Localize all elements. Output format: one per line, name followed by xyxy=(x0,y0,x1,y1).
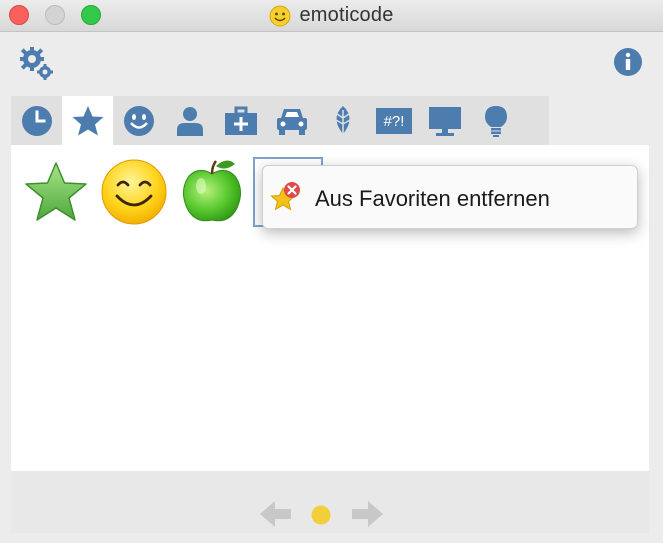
context-menu: Aus Favoriten entfernen xyxy=(262,165,638,229)
menu-item-remove-favorite[interactable]: Aus Favoriten entfernen xyxy=(263,166,637,228)
svg-text:#?!: #?! xyxy=(383,113,404,130)
clock-icon xyxy=(21,105,52,136)
smiley-face-icon xyxy=(123,105,154,136)
monitor-icon xyxy=(428,106,461,136)
favorite-green-apple[interactable] xyxy=(177,157,247,227)
menu-item-label: Aus Favoriten entfernen xyxy=(315,186,550,211)
info-icon[interactable] xyxy=(613,47,643,77)
tab-travel[interactable] xyxy=(266,96,317,145)
smiling-face-emoji xyxy=(101,159,167,225)
star-icon xyxy=(72,105,103,135)
window-title: emoticode xyxy=(299,4,394,26)
smiley-icon xyxy=(269,5,291,26)
car-icon xyxy=(276,108,307,135)
page-indicator-dot[interactable] xyxy=(311,505,331,525)
tab-objects[interactable] xyxy=(215,96,266,145)
title-bar: emoticode xyxy=(0,0,663,32)
window-bottom-edge xyxy=(0,533,663,543)
person-icon xyxy=(176,106,203,136)
favorite-green-star[interactable] xyxy=(21,157,91,227)
arrow-right-icon[interactable] xyxy=(352,499,384,529)
tab-people[interactable] xyxy=(164,96,215,145)
tab-smileys[interactable] xyxy=(113,96,164,145)
remove-favorite-icon xyxy=(270,182,300,211)
tab-nature[interactable] xyxy=(317,96,368,145)
tab-favorites[interactable] xyxy=(62,96,113,145)
tab-symbols[interactable]: #?! xyxy=(368,96,419,145)
toolbox-icon xyxy=(224,106,257,135)
tab-recent[interactable] xyxy=(11,96,62,145)
favorite-smiling-face[interactable] xyxy=(99,157,169,227)
category-tabs: #?! xyxy=(11,96,549,145)
green-star-emoji xyxy=(25,162,87,221)
lightbulb-icon xyxy=(484,105,507,137)
toolbar xyxy=(0,32,663,94)
tab-technology[interactable] xyxy=(419,96,470,145)
symbols-icon: #?! xyxy=(375,107,412,134)
tab-ideas[interactable] xyxy=(470,96,521,145)
green-apple-emoji xyxy=(183,160,241,222)
arrow-left-icon[interactable] xyxy=(260,499,292,529)
gear-icon[interactable] xyxy=(18,46,54,80)
leaf-icon xyxy=(335,105,350,137)
